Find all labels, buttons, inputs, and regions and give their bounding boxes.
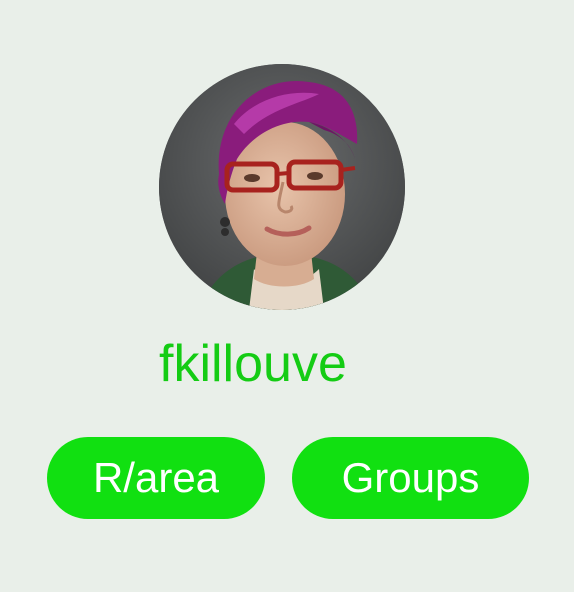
avatar-photo [159, 64, 405, 310]
rarea-button[interactable]: R/area [47, 437, 265, 519]
groups-button[interactable]: Groups [292, 437, 529, 519]
profile-avatar[interactable] [159, 64, 405, 310]
username: fkillouve [159, 335, 347, 393]
